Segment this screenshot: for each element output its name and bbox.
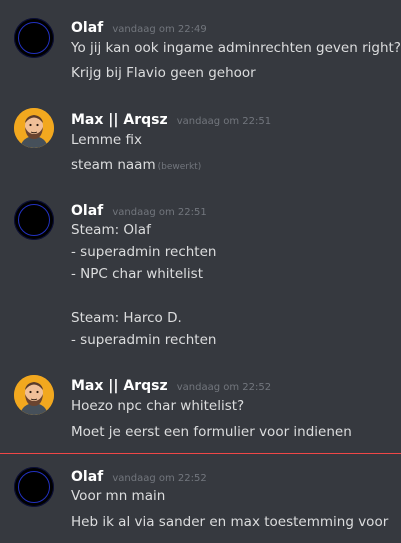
timestamp: vandaag om 22:52 <box>176 382 272 393</box>
message-text-content: steam naam <box>71 157 156 173</box>
message-header: Olaf vandaag om 22:51 <box>71 200 207 219</box>
message-text: Krijg bij Flavio geen gehoor <box>71 65 256 81</box>
username[interactable]: Olaf <box>71 469 103 485</box>
message-header: Olaf vandaag om 22:49 <box>71 17 207 36</box>
message-text: Steam: Olaf <box>71 222 151 238</box>
username[interactable]: Max || Arqsz <box>71 112 168 128</box>
avatar[interactable] <box>14 18 54 58</box>
avatar[interactable] <box>14 108 54 148</box>
message-text: Moet je eerst een formulier voor indiene… <box>71 424 352 440</box>
message-header: Max || Arqsz vandaag om 22:51 <box>71 109 271 128</box>
message-text: Hoezo npc char whitelist? <box>71 398 245 414</box>
message-text: Steam: Harco D. <box>71 310 182 326</box>
message-text: - superadmin rechten <box>71 244 217 260</box>
bearded-man-icon <box>14 375 54 415</box>
message-text: Lemme fix <box>71 132 142 148</box>
username[interactable]: Olaf <box>71 20 103 36</box>
message-text: steam naam (bewerkt) <box>71 157 201 173</box>
avatar[interactable] <box>14 467 54 507</box>
avatar[interactable] <box>14 375 54 415</box>
timestamp: vandaag om 22:51 <box>176 116 272 127</box>
message-text: - NPC char whitelist <box>71 266 203 282</box>
timestamp: vandaag om 22:49 <box>112 24 207 35</box>
message-text: Yo jij kan ook ingame adminrechten geven… <box>71 40 401 56</box>
username[interactable]: Max || Arqsz <box>71 378 168 394</box>
message-header: Olaf vandaag om 22:52 <box>71 466 207 485</box>
message-text: Voor mn main <box>71 488 166 504</box>
message-header: Max || Arqsz vandaag om 22:52 <box>71 375 271 394</box>
avatar[interactable] <box>14 200 54 240</box>
timestamp: vandaag om 22:51 <box>112 207 207 218</box>
bearded-man-icon <box>14 108 54 148</box>
username[interactable]: Olaf <box>71 203 103 219</box>
message-text: - superadmin rechten <box>71 332 217 348</box>
timestamp: vandaag om 22:52 <box>112 473 207 484</box>
edited-label: (bewerkt) <box>157 162 202 172</box>
message-text: Heb ik al via sander en max toestemming … <box>71 514 389 530</box>
new-messages-divider <box>0 453 401 454</box>
